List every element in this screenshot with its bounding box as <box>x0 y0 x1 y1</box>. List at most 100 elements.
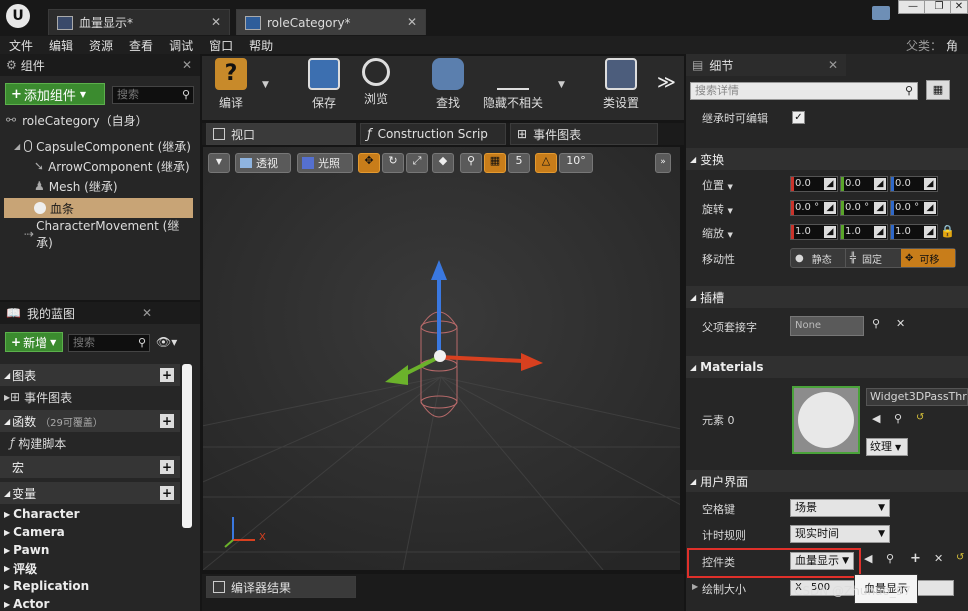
find-button[interactable]: 查找 <box>428 58 468 116</box>
construction-script-item[interactable]: ƒ 构建脚本 <box>10 433 180 453</box>
section-materials[interactable]: ◢ Materials <box>686 356 968 378</box>
tab-role-category[interactable]: roleCategory* ✕ <box>236 9 426 35</box>
angle-snap-button[interactable]: △ <box>535 153 557 173</box>
close-icon[interactable]: ✕ <box>211 15 221 29</box>
add-variable-button[interactable]: + <box>160 486 174 500</box>
grid-snap-value[interactable]: 5 <box>508 153 530 173</box>
use-selected-arrow-icon[interactable]: ◀ <box>864 552 872 565</box>
component-health-bar[interactable]: 血条 <box>4 198 193 218</box>
menu-window[interactable]: 窗口 <box>209 37 233 54</box>
3d-viewport[interactable]: X ▼ 透视 光照 ✥ ↻ ⤢ ◆ ⚲ ▦ 5 △ 10° » <box>203 147 680 570</box>
mobility-static[interactable]: ● 静态 <box>791 249 845 267</box>
compile-options-chevron-icon[interactable]: ▼ <box>262 80 269 90</box>
clear-icon[interactable]: ✕ <box>934 552 943 565</box>
lit-button[interactable]: 光照 <box>297 153 353 173</box>
hide-unrelated-button[interactable]: 隐藏不相关 <box>480 58 546 116</box>
browse-search-icon[interactable]: ⚲ <box>894 412 902 425</box>
section-variables[interactable]: ◢ 变量 + <box>0 482 180 504</box>
location-x-field[interactable]: 0.0 ◢ <box>790 176 838 192</box>
hide-options-chevron-icon[interactable]: ▼ <box>558 80 565 90</box>
add-graph-button[interactable]: + <box>160 368 174 382</box>
menu-asset[interactable]: 资源 <box>89 37 113 54</box>
space-dropdown[interactable]: 场景 ▼ <box>790 499 890 517</box>
material-name-dropdown[interactable]: Widget3DPassThr <box>866 388 968 406</box>
close-icon[interactable]: ✕ <box>142 306 152 320</box>
add-component-button[interactable]: + 添加组件 ▼ <box>5 83 105 105</box>
viewport-more-button[interactable]: » <box>655 153 671 173</box>
scrollbar[interactable] <box>182 364 192 528</box>
event-graph-item[interactable]: ▸⊞ 事件图表 <box>4 387 180 407</box>
rotation-label[interactable]: 旋转 ▼ <box>702 201 733 217</box>
scale-x-field[interactable]: 1.0 ◢ <box>790 224 838 240</box>
section-graphs[interactable]: ◢ 图表 + <box>0 364 180 386</box>
reset-to-default-icon[interactable]: ↺ <box>956 552 964 563</box>
add-function-button[interactable]: + <box>160 414 174 428</box>
menu-file[interactable]: 文件 <box>9 37 33 54</box>
section-transform[interactable]: ◢ 变换 <box>686 148 968 170</box>
world-local-button[interactable]: ◆ <box>432 153 454 173</box>
category-pawn[interactable]: ▶ Pawn <box>0 541 49 559</box>
perspective-button[interactable]: 透视 <box>235 153 291 173</box>
editable-checkbox[interactable]: ✓ <box>792 111 805 124</box>
mobility-stationary[interactable]: ╬ 固定 <box>845 249 901 267</box>
rotation-z-field[interactable]: 0.0 ° ◢ <box>890 200 938 216</box>
component-mesh[interactable]: ♟ Mesh (继承) <box>34 176 196 196</box>
scale-z-field[interactable]: 1.0 ◢ <box>890 224 938 240</box>
add-macro-button[interactable]: + <box>160 460 174 474</box>
location-z-field[interactable]: 0.0 ◢ <box>890 176 938 192</box>
scale-y-field[interactable]: 1.0 ◢ <box>840 224 888 240</box>
mobility-movable[interactable]: ✥ 可移 <box>901 249 955 267</box>
view-options-eye-icon[interactable]: 👁▾ <box>156 335 177 349</box>
components-search-input[interactable]: 搜索 ⚲ <box>112 86 194 104</box>
tab-health-display[interactable]: 血量显示* ✕ <box>48 9 230 35</box>
close-icon[interactable]: ✕ <box>407 15 417 29</box>
component-character-movement[interactable]: ⇢ CharacterMovement (继承) <box>24 219 196 250</box>
section-sockets[interactable]: ◢ 插槽 <box>686 286 968 308</box>
component-capsule[interactable]: ◢ CapsuleComponent (继承) <box>14 136 196 156</box>
menu-edit[interactable]: 编辑 <box>49 37 73 54</box>
category-actor[interactable]: ▶ Actor <box>0 595 49 611</box>
component-arrow[interactable]: ➘ ArrowComponent (继承) <box>34 156 196 176</box>
browse-search-icon[interactable]: ⚲ <box>886 552 894 565</box>
translate-mode-button[interactable]: ✥ <box>358 153 380 173</box>
menu-view[interactable]: 查看 <box>129 37 153 54</box>
rotation-y-field[interactable]: 0.0 ° ◢ <box>840 200 888 216</box>
save-button[interactable]: 保存 <box>304 58 344 116</box>
tab-viewport[interactable]: 视口 <box>206 123 356 145</box>
menu-help[interactable]: 帮助 <box>249 37 273 54</box>
rotation-x-field[interactable]: 0.0 ° ◢ <box>790 200 838 216</box>
learn-icon[interactable] <box>872 6 890 20</box>
details-search-input[interactable]: 搜索详情 ⚲ <box>690 82 918 100</box>
new-button[interactable]: + 新增 ▼ <box>5 332 63 352</box>
category-rating[interactable]: ▶ 评级 <box>0 559 37 577</box>
angle-snap-value[interactable]: 10° <box>559 153 593 173</box>
blueprint-search-input[interactable]: 搜索 ⚲ <box>68 334 150 352</box>
scale-label[interactable]: 缩放 ▼ <box>702 225 733 241</box>
timing-policy-dropdown[interactable]: 现实时间 ▼ <box>790 525 890 543</box>
tab-compiler-results[interactable]: 编译器结果 <box>206 576 356 598</box>
reset-to-default-icon[interactable]: ↺ <box>916 412 924 423</box>
clear-icon[interactable]: ✕ <box>896 317 905 330</box>
close-window-button[interactable]: ✕ <box>950 0 968 14</box>
rotate-mode-button[interactable]: ↻ <box>382 153 404 173</box>
category-camera[interactable]: ▶ Camera <box>0 523 65 541</box>
compile-button[interactable]: ? 编译 <box>208 58 254 116</box>
grid-snap-button[interactable]: ▦ <box>484 153 506 173</box>
location-label[interactable]: 位置 ▼ <box>702 177 733 193</box>
category-replication[interactable]: ▶ Replication <box>0 577 89 595</box>
category-character[interactable]: ▶ Character <box>0 505 80 523</box>
property-matrix-button[interactable]: ▦ <box>926 80 950 100</box>
section-macros[interactable]: 宏 + <box>0 456 180 478</box>
lock-icon[interactable]: 🔒 <box>940 224 955 238</box>
menu-debug[interactable]: 调试 <box>169 37 193 54</box>
search-icon[interactable]: ⚲ <box>872 317 880 330</box>
section-functions[interactable]: ◢ 函数 （29可覆盖） + <box>0 410 180 432</box>
location-y-field[interactable]: 0.0 ◢ <box>840 176 888 192</box>
class-settings-button[interactable]: 类设置 <box>598 58 644 116</box>
scale-mode-button[interactable]: ⤢ <box>406 153 428 173</box>
material-thumbnail[interactable] <box>792 386 860 454</box>
browse-button[interactable]: 浏览 <box>356 58 396 116</box>
surface-snap-button[interactable]: ⚲ <box>460 153 482 173</box>
toolbar-overflow-button[interactable]: ≫ <box>657 72 676 93</box>
component-root[interactable]: ⚯ roleCategory（自身） <box>6 110 196 130</box>
